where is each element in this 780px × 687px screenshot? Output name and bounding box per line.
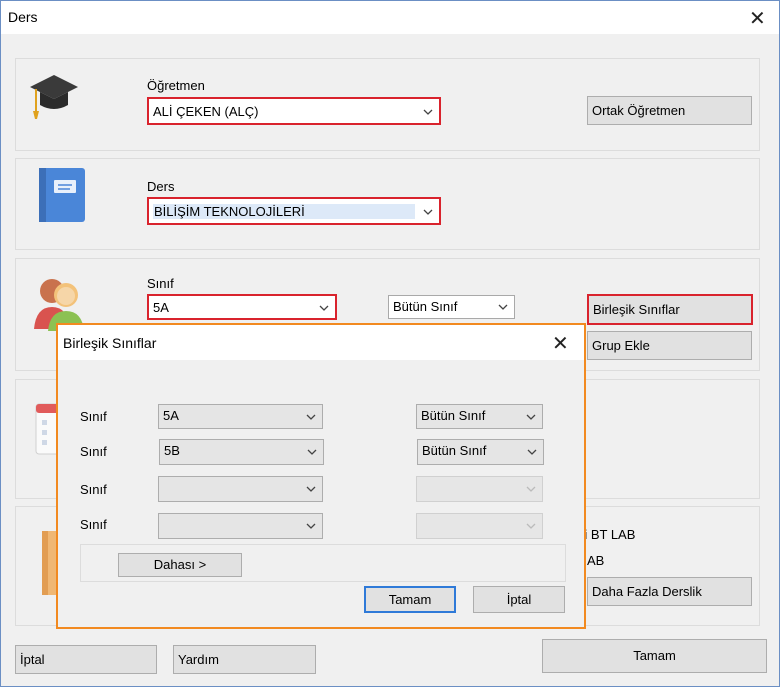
graduation-cap-icon xyxy=(30,75,78,119)
class-scope-value: Bütün Sınıf xyxy=(393,299,458,314)
dialog-title: Birleşik Sınıflar xyxy=(63,335,157,351)
dialog-cancel-button[interactable]: İptal xyxy=(473,586,565,613)
row-1-scope-value: Bütün Sınıf xyxy=(421,408,486,423)
row-3-scope-select xyxy=(416,476,543,502)
cancel-button[interactable]: İptal xyxy=(15,645,157,674)
add-group-button[interactable]: Grup Ekle xyxy=(587,331,752,360)
chevron-down-icon xyxy=(306,523,316,529)
row-4-scope-select xyxy=(416,513,543,539)
class-select[interactable]: 5A xyxy=(147,294,337,320)
help-button[interactable]: Yardım xyxy=(173,645,316,674)
title-bar: Ders ✕ xyxy=(1,1,779,34)
row-2-scope-value: Bütün Sınıf xyxy=(422,443,487,458)
shared-teacher-button[interactable]: Ortak Öğretmen xyxy=(587,96,752,125)
row-2-label: Sınıf xyxy=(80,444,107,459)
row-2-class-select[interactable]: 5B xyxy=(159,439,324,465)
dialog-title-bar: Birleşik Sınıflar ✕ xyxy=(58,325,584,360)
chevron-down-icon xyxy=(526,486,536,492)
teacher-value: ALİ ÇEKEN (ALÇ) xyxy=(153,104,259,119)
row-4-class-select[interactable] xyxy=(158,513,323,539)
chevron-down-icon xyxy=(423,109,433,115)
close-icon[interactable]: ✕ xyxy=(749,8,766,28)
row-4-label: Sınıf xyxy=(80,517,107,532)
row-2-scope-select[interactable]: Bütün Sınıf xyxy=(417,439,544,465)
combined-classes-button[interactable]: Birleşik Sınıflar xyxy=(587,294,753,325)
teacher-label: Öğretmen xyxy=(147,78,205,93)
row-1-class-value: 5A xyxy=(163,408,179,423)
chevron-down-icon xyxy=(306,414,316,420)
row-3-label: Sınıf xyxy=(80,482,107,497)
chevron-down-icon xyxy=(319,305,329,311)
room-item-1: ri BT LAB xyxy=(580,527,636,542)
dialog-ok-button[interactable]: Tamam xyxy=(364,586,456,613)
row-1-label: Sınıf xyxy=(80,409,107,424)
row-3-class-select[interactable] xyxy=(158,476,323,502)
ok-button[interactable]: Tamam xyxy=(542,639,767,673)
book-icon xyxy=(39,168,85,222)
chevron-down-icon xyxy=(423,209,433,215)
chevron-down-icon xyxy=(526,414,536,420)
class-value: 5A xyxy=(153,300,169,315)
lesson-group: Ders BİLİŞİM TEKNOLOJİLERİ xyxy=(15,158,760,250)
combined-classes-dialog: Birleşik Sınıflar ✕ Sınıf 5A Bütün Sınıf… xyxy=(56,323,586,629)
room-item-2: AB xyxy=(587,553,605,568)
dialog-close-icon[interactable]: ✕ xyxy=(552,333,569,353)
chevron-down-icon xyxy=(498,304,508,310)
class-scope-select[interactable]: Bütün Sınıf xyxy=(388,295,515,319)
ders-window: Ders ✕ Öğretmen ALİ ÇEKEN (ALÇ) Ortak Öğ… xyxy=(0,0,780,687)
teacher-select[interactable]: ALİ ÇEKEN (ALÇ) xyxy=(147,97,441,125)
chevron-down-icon xyxy=(526,523,536,529)
row-1-class-select[interactable]: 5A xyxy=(158,404,323,429)
teacher-group: Öğretmen ALİ ÇEKEN (ALÇ) Ortak Öğretmen xyxy=(15,58,760,151)
row-1-scope-select[interactable]: Bütün Sınıf xyxy=(416,404,543,429)
class-label: Sınıf xyxy=(147,276,174,291)
window-title: Ders xyxy=(8,9,38,25)
row-2-class-value: 5B xyxy=(164,443,180,458)
lesson-value: BİLİŞİM TEKNOLOJİLERİ xyxy=(153,204,415,219)
lesson-label: Ders xyxy=(147,179,175,194)
chevron-down-icon xyxy=(306,486,316,492)
lesson-select[interactable]: BİLİŞİM TEKNOLOJİLERİ xyxy=(147,197,441,225)
more-rooms-button[interactable]: Daha Fazla Derslik xyxy=(587,577,752,606)
more-button[interactable]: Dahası > xyxy=(118,553,242,577)
chevron-down-icon xyxy=(527,449,537,455)
chevron-down-icon xyxy=(307,449,317,455)
